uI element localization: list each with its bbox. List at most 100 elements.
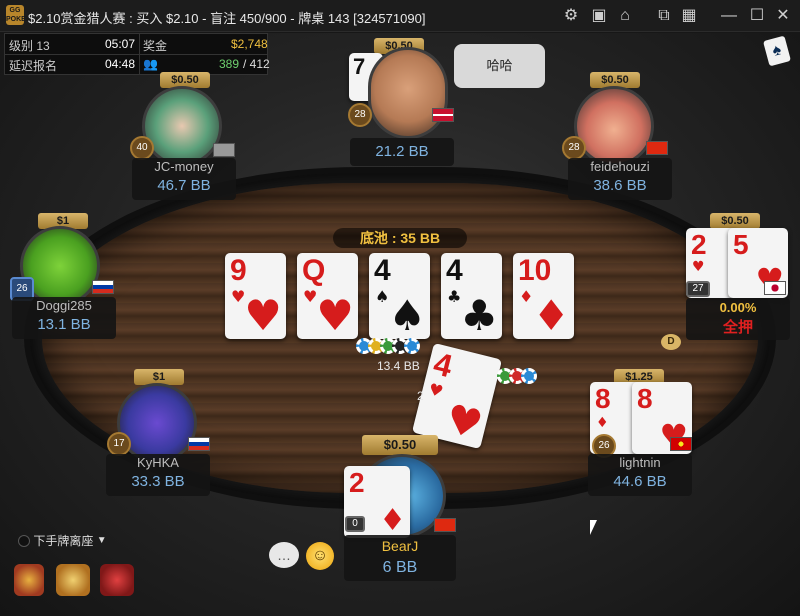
late-reg-label: 延迟报名	[9, 59, 58, 73]
card-rank: 8	[637, 383, 653, 414]
tile-icon[interactable]: ⧉	[655, 7, 673, 25]
grid-icon[interactable]: ▦	[680, 7, 698, 25]
allin-label: 全押	[722, 319, 753, 336]
heart-icon: ♥	[440, 395, 487, 450]
home-icon[interactable]: ⌂	[616, 7, 634, 25]
board-card: 4 ♣ ♣	[441, 253, 502, 339]
board-card: 9 ♥ ♥	[225, 253, 286, 339]
chip-icon	[521, 368, 537, 384]
player-nameplate[interactable]: JC-money 46.7 BB	[132, 158, 236, 200]
card-rank: 10	[518, 254, 552, 287]
emote-chicken-icon[interactable]	[56, 564, 90, 596]
player-stack: 21.2 BB	[375, 143, 429, 160]
level-label: 级别 13	[9, 39, 50, 53]
player-nameplate[interactable]: BearJ 6 BB	[344, 535, 456, 581]
players-left: 389	[219, 57, 240, 71]
player-nameplate[interactable]: lightnin 44.6 BB	[588, 454, 692, 496]
player-name: KyHKA	[137, 455, 179, 470]
player-stack: 38.6 BB	[593, 177, 647, 194]
flag-icon	[92, 280, 114, 294]
chat-icon[interactable]: …	[269, 542, 299, 568]
level-badge: 0	[345, 516, 365, 532]
players-total: / 412	[243, 57, 270, 71]
players-icon: 👥	[143, 57, 158, 71]
equity-percent: 0.00%	[719, 300, 757, 315]
window-title: $2.10赏金猎人赛 : 买入 $2.10 - 盲注 450/900 - 牌桌 …	[28, 11, 426, 26]
player-stack: 13.1 BB	[37, 316, 91, 333]
player-nameplate[interactable]: 21.2 BB	[350, 138, 454, 166]
flag-icon	[764, 281, 786, 295]
card-rank: Q	[302, 254, 326, 287]
late-reg-timer: 04:48	[105, 57, 136, 71]
bet-amount-partial: 2	[417, 389, 424, 403]
sitout-next-hand-toggle[interactable]: 下手牌离座 ▼	[18, 532, 107, 549]
dealer-button: D	[661, 334, 681, 350]
emote-dragon-icon[interactable]	[14, 564, 44, 596]
chevron-down-icon[interactable]: ▼	[97, 535, 107, 546]
board-card: 4 ♠ ♠	[369, 253, 430, 339]
card-rank: 7	[353, 54, 366, 79]
player-avatar[interactable]	[142, 86, 222, 166]
player-avatar[interactable]	[574, 86, 654, 166]
prize-label: 奖金	[143, 39, 168, 53]
prize-value: $2,748	[231, 37, 268, 51]
card-rank: 2	[349, 467, 365, 498]
flag-icon	[432, 108, 454, 122]
level-badge: 17	[107, 432, 131, 456]
player-avatar[interactable]	[368, 47, 448, 139]
level-badge: 27	[686, 281, 710, 297]
player-name: BearJ	[381, 538, 419, 554]
spade-icon: ♠	[388, 291, 426, 339]
bounty-badge: $0.50	[710, 213, 760, 229]
player-stack: 44.6 BB	[613, 473, 667, 490]
flag-icon	[646, 141, 668, 155]
player-nameplate[interactable]: Doggi285 13.1 BB	[12, 297, 116, 339]
flag-icon	[213, 143, 235, 157]
player-nameplate[interactable]: feidehouzi 38.6 BB	[568, 158, 672, 200]
mouse-cursor	[590, 520, 597, 535]
bet-amount: 13.4 BB	[377, 359, 420, 373]
bounty-badge: $0.50	[362, 435, 438, 455]
divider	[5, 54, 267, 55]
player-stack: 46.7 BB	[157, 177, 211, 194]
diamond-icon: ♦	[596, 415, 609, 431]
heart-icon: ♥	[231, 287, 246, 306]
board-card: 10 ♦ ♦	[513, 253, 574, 339]
flag-icon	[188, 437, 210, 451]
card-rank: 4	[446, 254, 463, 287]
radio-icon[interactable]	[18, 534, 30, 547]
pot-chip-stack	[356, 338, 420, 354]
player-name: feidehouzi	[590, 159, 650, 174]
level-badge: 28	[348, 103, 372, 127]
player-name: Doggi285	[36, 298, 92, 313]
emoji-icon[interactable]: ☺	[306, 542, 334, 570]
emote-dice-icon[interactable]	[100, 564, 134, 596]
card-rank: 5	[733, 229, 749, 260]
player-nameplate[interactable]: 0.00% 全押	[686, 298, 790, 340]
layout-icon[interactable]: ▣	[590, 7, 608, 25]
board-card: Q ♥ ♥	[297, 253, 358, 339]
gear-icon[interactable]: ⚙	[562, 7, 580, 25]
player-name: JC-money	[154, 159, 214, 174]
heart-icon: ♥	[303, 287, 318, 306]
level-badge: 28	[562, 136, 586, 160]
title-bar: GG POKER $2.10赏金猎人赛 : 买入 $2.10 - 盲注 450/9…	[0, 0, 800, 32]
flag-icon	[670, 437, 692, 451]
player-nameplate[interactable]: KyHKA 33.3 BB	[106, 454, 210, 496]
player-avatar[interactable]	[117, 383, 197, 463]
card-rank: 9	[230, 254, 247, 287]
ggpoker-logo: GG POKER	[6, 5, 31, 25]
tournament-info-panel: 级别 13 05:07 奖金 $2,748 延迟报名 04:48 👥 389 /…	[4, 33, 270, 75]
heart-icon: ♥	[426, 379, 446, 402]
player-stack: 6 BB	[382, 559, 418, 576]
close-icon[interactable]: ✕	[774, 7, 792, 25]
bet-chip-stack	[497, 368, 537, 384]
diamond-icon: ♦	[532, 291, 570, 339]
level-badge: 40	[130, 136, 154, 160]
minimize-icon[interactable]: —	[720, 7, 738, 25]
card-rank: 8	[595, 383, 611, 414]
maximize-icon[interactable]: ☐	[748, 7, 766, 25]
pot-display: 底池 : 35 BB	[333, 228, 467, 248]
card-rank: 4	[374, 254, 391, 287]
diamond-icon: ♦	[379, 503, 406, 538]
